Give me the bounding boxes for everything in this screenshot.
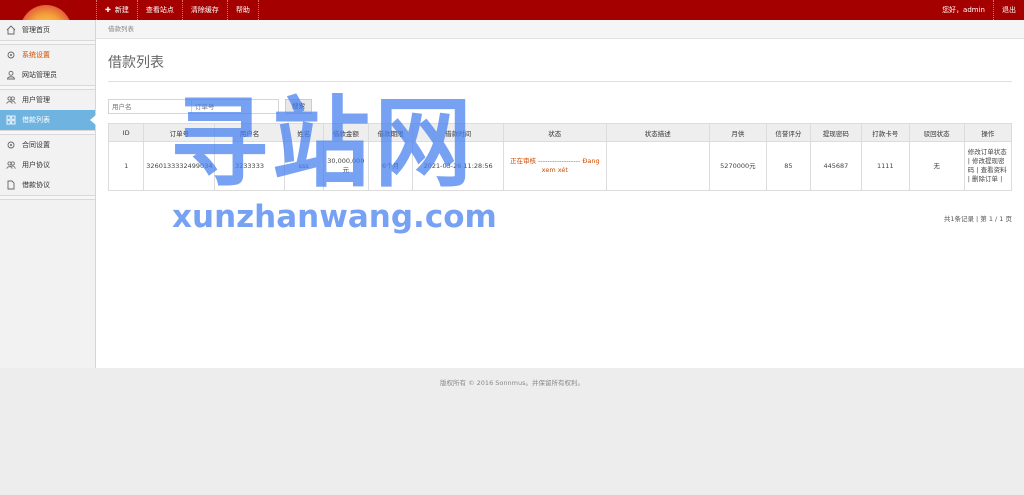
sidebar-divider — [0, 195, 95, 200]
search-bar: 搜索 — [108, 99, 312, 114]
sidebar-item-home[interactable]: 管理首页 — [0, 20, 95, 40]
title-divider — [108, 81, 1012, 82]
cell-withdraw-password: 445687 — [809, 141, 863, 191]
search-button[interactable]: 搜索 — [285, 99, 312, 114]
clear-cache-button[interactable]: 清除缓存 — [181, 0, 227, 20]
sidebar-item-admins[interactable]: 网站管理员 — [0, 65, 95, 85]
col-header[interactable]: 姓名 — [283, 123, 324, 142]
document-icon — [7, 180, 15, 190]
cell-time: 2021-03-26 11:28:56 — [412, 141, 504, 191]
cell-order: 3260133332499034 — [143, 141, 216, 191]
sidebar-item-user-agreement[interactable]: 用户协议 — [0, 155, 95, 175]
table-row: 1 3260133332499034 3233333 sss 30,000,00… — [107, 141, 1013, 191]
cell-status-desc — [605, 141, 710, 191]
view-site-button[interactable]: 查看站点 — [136, 0, 182, 20]
table-header-row: ID 订单号 用户名 姓名 借款金额 借款期限 借款时间 状态 状态描述 月供 … — [107, 123, 1013, 142]
cell-operations[interactable]: 修改订单状态 | 修改提现密码 | 查看资料 | 删除订单 | — [963, 141, 1013, 191]
user-greeting: 您好，admin — [942, 6, 985, 14]
cell-card: 1111 — [861, 141, 910, 191]
cell-amount: 30,000,000 元 — [322, 141, 369, 191]
col-header[interactable]: 驳回状态 — [908, 123, 965, 142]
col-header[interactable]: 操作 — [963, 123, 1013, 142]
home-icon — [6, 25, 16, 35]
sidebar-item-loan-agreement[interactable]: 借款协议 — [0, 175, 95, 195]
col-header[interactable]: 状态 — [502, 123, 607, 142]
sidebar-item-loan-list[interactable]: 借款列表 — [0, 110, 96, 130]
cell-username: 3233333 — [214, 141, 285, 191]
col-header[interactable]: 提现密码 — [809, 123, 863, 142]
main-content: 借款列表 借款列表 搜索 ID 订单号 用户名 姓名 借款金额 借款期限 借款时… — [96, 20, 1024, 368]
status-text: 正在审核 ------------------ Đang xem xét — [509, 157, 600, 174]
top-nav: ✚ 新建 查看站点 清除缓存 帮助 — [96, 0, 259, 20]
col-header[interactable]: 打款卡号 — [861, 123, 910, 142]
cell-status: 正在审核 ------------------ Đang xem xét — [502, 141, 607, 191]
col-header[interactable]: 信誉评分 — [766, 123, 811, 142]
plus-icon: ✚ — [105, 6, 111, 14]
page-title: 借款列表 — [108, 55, 164, 71]
gear-icon — [7, 51, 15, 59]
col-header[interactable]: 用户名 — [214, 123, 285, 142]
breadcrumb: 借款列表 — [96, 20, 1024, 39]
col-header[interactable]: 借款金额 — [322, 123, 369, 142]
cell-reject: 无 — [908, 141, 965, 191]
col-header[interactable]: 月供 — [708, 123, 768, 142]
user-icon — [7, 70, 15, 80]
logout-button[interactable]: 退出 — [993, 0, 1024, 20]
sidebar-item-users[interactable]: 用户管理 — [0, 90, 95, 110]
sidebar-item-contract-settings[interactable]: 合同设置 — [0, 135, 95, 155]
sidebar: 管理首页 系统设置 网站管理员 用户管理 借款列表 合同设置 用户协议 借款协议 — [0, 20, 96, 368]
loan-table: ID 订单号 用户名 姓名 借款金额 借款期限 借款时间 状态 状态描述 月供 … — [107, 123, 1013, 191]
col-header[interactable]: 状态描述 — [605, 123, 710, 142]
users-icon — [6, 96, 16, 104]
top-bar: ✚ 新建 查看站点 清除缓存 帮助 您好，admin 退出 — [0, 0, 1024, 20]
cell-id: 1 — [107, 141, 145, 191]
help-button[interactable]: 帮助 — [226, 0, 259, 20]
footer: 版权所有 © 2016 Sonnmus。并保留所有权利。 — [440, 379, 584, 387]
logo — [0, 0, 96, 20]
username-search-input[interactable] — [108, 99, 192, 114]
gear-icon — [7, 141, 15, 149]
col-header[interactable]: 借款时间 — [412, 123, 504, 142]
new-button[interactable]: ✚ 新建 — [96, 0, 137, 20]
pagination-info: 共1条记录 | 第 1 / 1 页 — [943, 215, 1012, 223]
cell-term: 6个月 — [367, 141, 414, 191]
col-header[interactable]: ID — [107, 123, 145, 142]
top-right: 您好，admin 退出 — [934, 0, 1024, 20]
grid-icon — [6, 115, 16, 125]
col-header[interactable]: 订单号 — [143, 123, 216, 142]
order-search-input[interactable] — [191, 99, 279, 114]
users-icon — [6, 161, 16, 169]
cell-monthly: 5270000元 — [708, 141, 768, 191]
col-header[interactable]: 借款期限 — [367, 123, 414, 142]
cell-credit: 85 — [766, 141, 811, 191]
cell-name: sss — [283, 141, 324, 191]
sidebar-item-system-settings[interactable]: 系统设置 — [0, 45, 95, 65]
